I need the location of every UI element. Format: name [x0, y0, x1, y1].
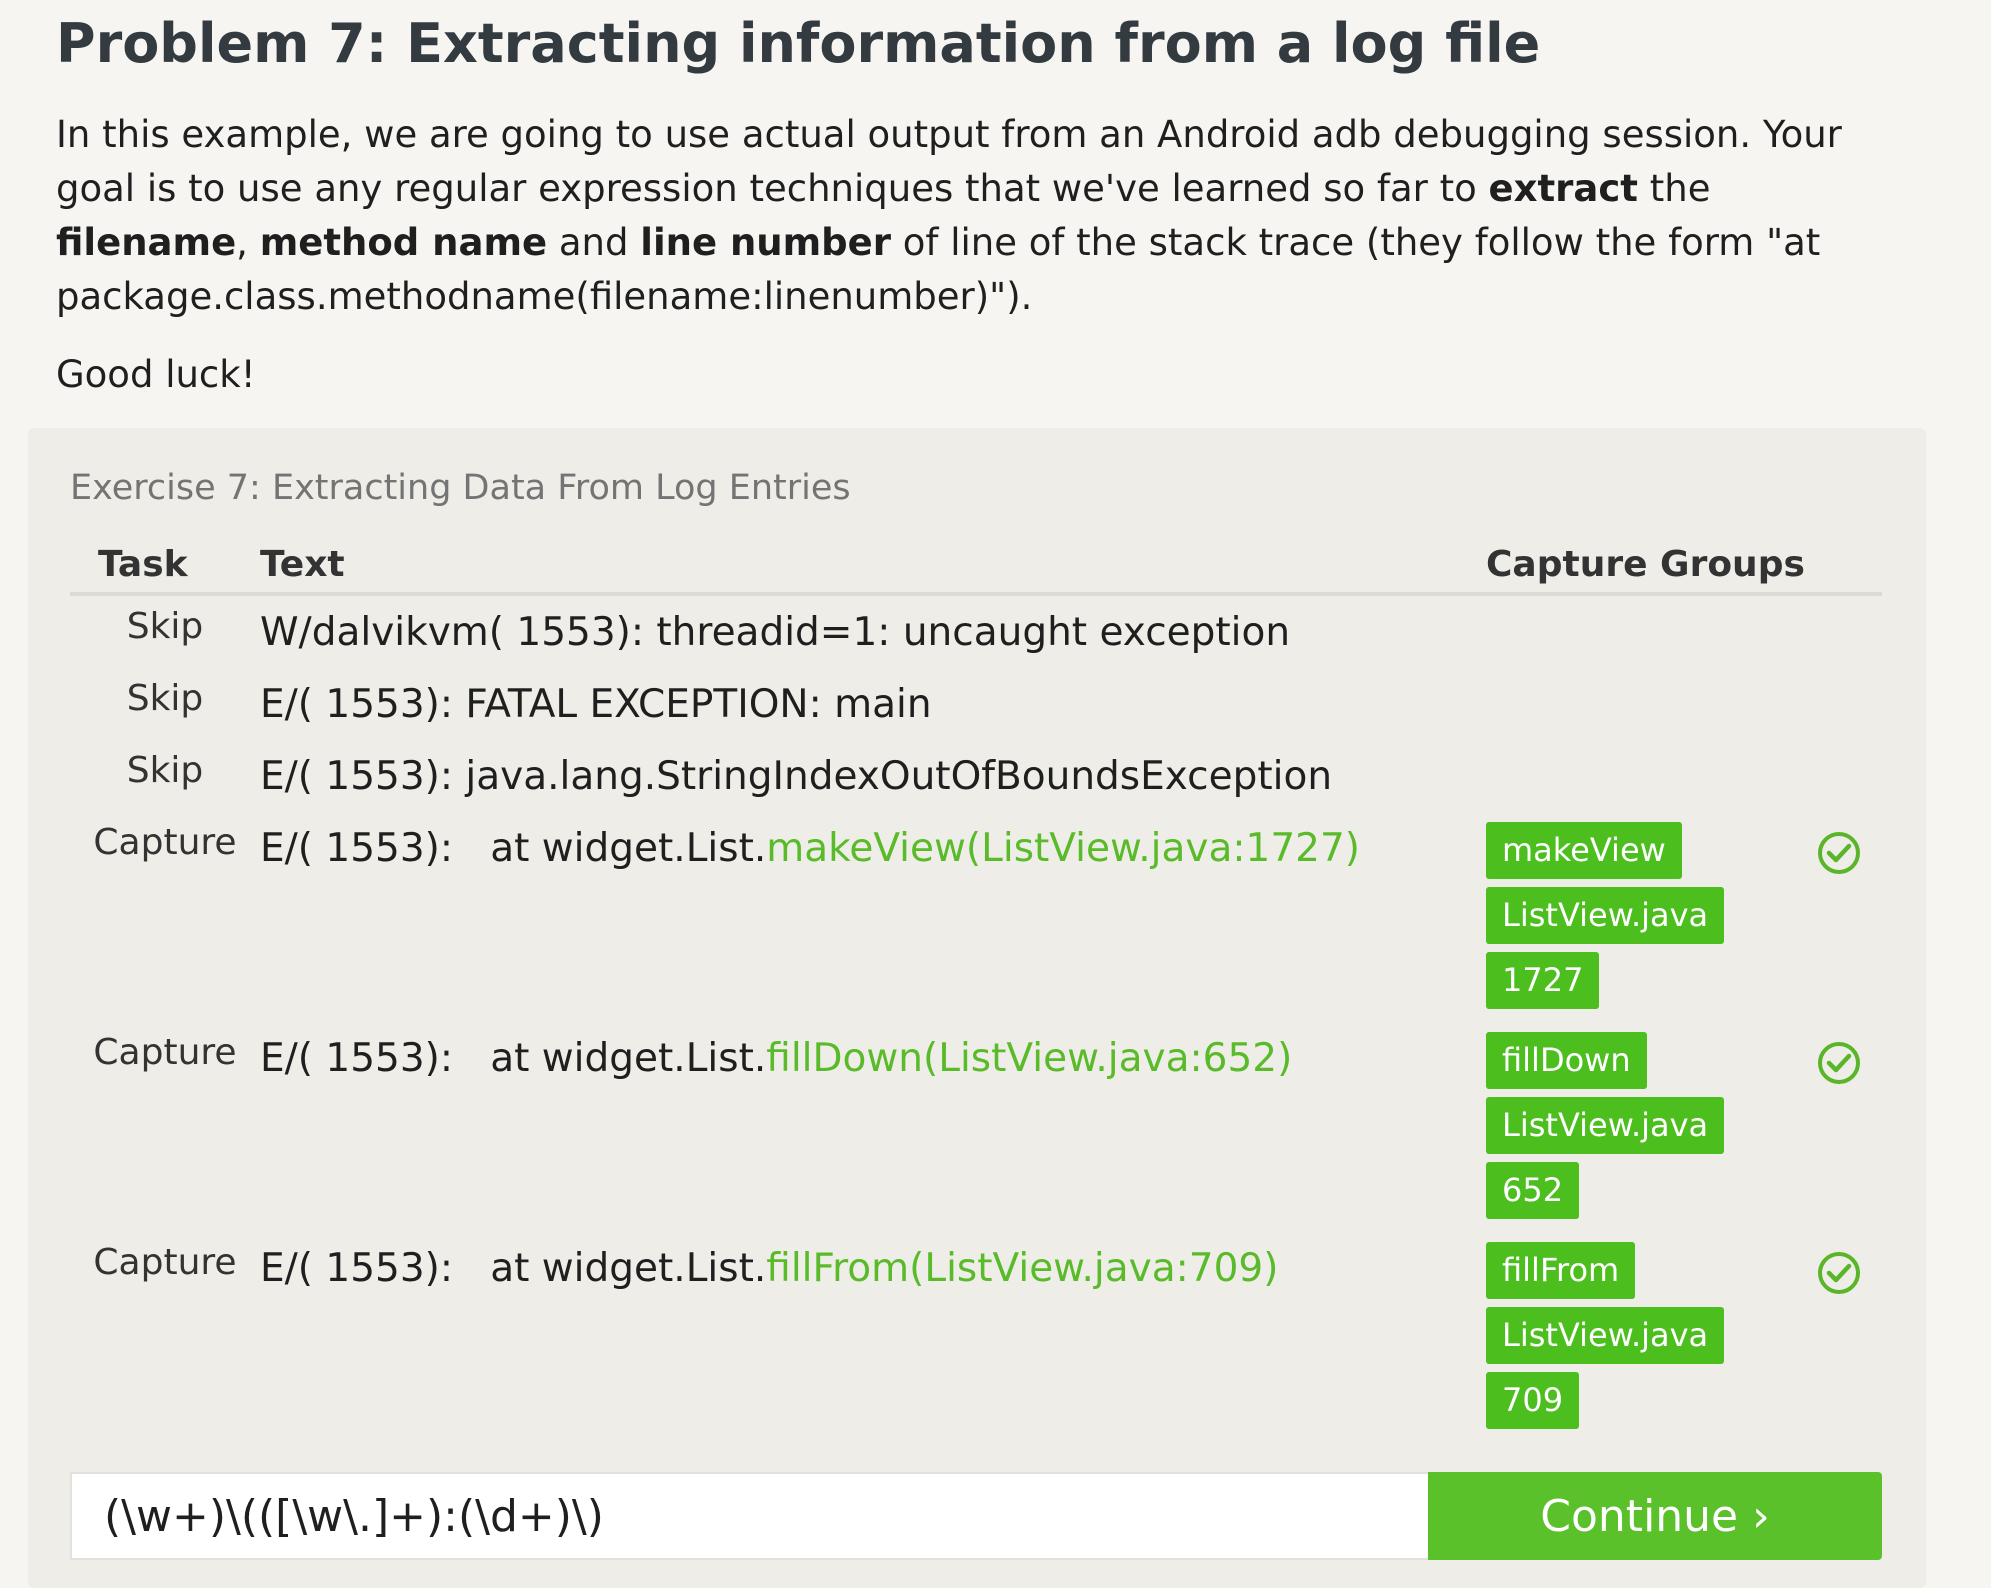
intro-text: , — [236, 221, 260, 264]
column-header-capture-groups: Capture Groups — [1486, 544, 1805, 585]
log-line: E/( 1553): at widget.List.fillDown(ListV… — [260, 1036, 1292, 1081]
log-line-prefix: E/( 1553): at widget.List. — [260, 1246, 767, 1291]
matched-text: fillFrom(ListView.java:709) — [766, 1246, 1279, 1291]
good-luck-text: Good luck! — [56, 353, 256, 396]
column-header-task: Task — [98, 544, 188, 585]
exercise-title: Exercise 7: Extracting Data From Log Ent… — [70, 468, 851, 508]
check-circle-icon — [1818, 1042, 1860, 1084]
capture-groups: makeView ListView.java 1727 — [1486, 822, 1746, 1017]
capture-group-chip: 652 — [1486, 1162, 1580, 1219]
page-title: Problem 7: Extracting information from a… — [56, 12, 1541, 75]
problem-description: In this example, we are going to use act… — [56, 108, 1886, 324]
matched-text: fillDown(ListView.java:652) — [766, 1036, 1293, 1081]
header-divider — [70, 592, 1882, 596]
task-label: Skip — [126, 606, 204, 647]
log-line: E/( 1553): java.lang.StringIndexOutOfBou… — [260, 754, 1332, 799]
log-line-prefix: E/( 1553): FATAL EXCEPTION: main — [260, 682, 932, 727]
log-line-prefix: E/( 1553): java.lang.StringIndexOutOfBou… — [260, 754, 1333, 799]
capture-group-chip: 709 — [1486, 1372, 1580, 1429]
intro-bold-line-number: line number — [640, 221, 892, 264]
task-label: Capture — [93, 1242, 237, 1283]
continue-button[interactable]: Continue › — [1428, 1472, 1882, 1560]
task-label: Capture — [93, 1032, 237, 1073]
log-line: E/( 1553): FATAL EXCEPTION: main — [260, 682, 932, 727]
capture-group-chip: fillFrom — [1486, 1242, 1636, 1299]
intro-text: the — [1638, 167, 1711, 210]
capture-groups: fillDown ListView.java 652 — [1486, 1032, 1746, 1227]
intro-bold-filename: filename — [56, 221, 237, 264]
capture-group-chip: ListView.java — [1486, 1097, 1725, 1154]
log-line-prefix: W/dalvikvm( 1553): threadid=1: uncaught … — [260, 610, 1291, 655]
matched-text: makeView(ListView.java:1727) — [766, 826, 1360, 871]
exercise-panel: Exercise 7: Extracting Data From Log Ent… — [28, 428, 1926, 1588]
capture-groups: fillFrom ListView.java 709 — [1486, 1242, 1746, 1437]
capture-group-chip: fillDown — [1486, 1032, 1647, 1089]
check-circle-icon — [1818, 1252, 1860, 1294]
regex-input[interactable] — [70, 1472, 1430, 1560]
column-header-text: Text — [260, 544, 345, 585]
capture-group-chip: 1727 — [1486, 952, 1600, 1009]
intro-text: and — [547, 221, 641, 264]
capture-group-chip: ListView.java — [1486, 887, 1725, 944]
log-line: E/( 1553): at widget.List.makeView(ListV… — [260, 826, 1360, 871]
task-label: Skip — [126, 750, 204, 791]
log-line: E/( 1553): at widget.List.fillFrom(ListV… — [260, 1246, 1278, 1291]
log-line-prefix: E/( 1553): at widget.List. — [260, 1036, 767, 1081]
check-circle-icon — [1818, 832, 1860, 874]
intro-bold-extract: extract — [1488, 167, 1638, 210]
capture-group-chip: makeView — [1486, 822, 1682, 879]
log-line: W/dalvikvm( 1553): threadid=1: uncaught … — [260, 610, 1290, 655]
capture-group-chip: ListView.java — [1486, 1307, 1725, 1364]
task-label: Skip — [126, 678, 204, 719]
intro-bold-method-name: method name — [259, 221, 548, 264]
task-label: Capture — [93, 822, 237, 863]
log-line-prefix: E/( 1553): at widget.List. — [260, 826, 767, 871]
